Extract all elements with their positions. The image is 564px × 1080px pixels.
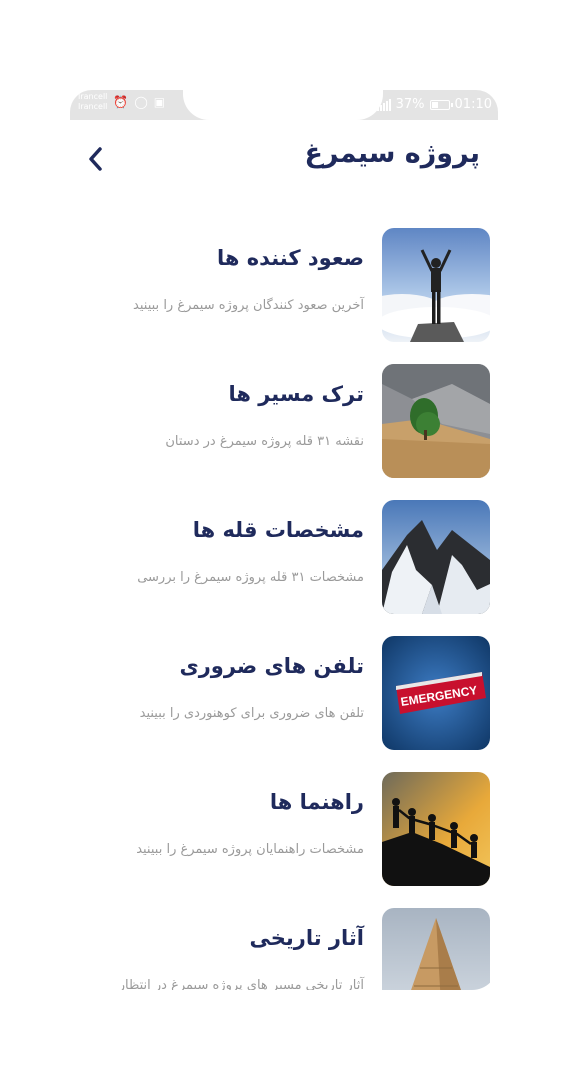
clock: 01:10	[454, 97, 492, 112]
item-subtitle: آخرین صعود کنندگان پروژه سیمرغ را ببینید	[133, 298, 364, 313]
menu-list: صعود کننده ها آخرین صعود کنندگان پروژه س…	[70, 228, 498, 990]
mountain-path-tree-photo	[382, 364, 490, 478]
battery-icon	[429, 99, 453, 110]
item-subtitle: مشخصات ۳۱ قله پروژه سیمرغ را بررسی	[137, 570, 364, 585]
item-subtitle: آثار تاریخی مسیر های پروژه سیمرغ در انتظ…	[118, 978, 364, 990]
phone-screen: Irancell Irancell ⏰ ◯ ▣ 37% 01:10 پروژه …	[70, 90, 498, 990]
linkedin-icon: ▣	[153, 95, 166, 109]
status-bar: Irancell Irancell ⏰ ◯ ▣ 37% 01:10	[70, 90, 498, 120]
battery-percent: 37%	[395, 97, 425, 112]
list-item-guides[interactable]: راهنما ها مشخصات راهنمایان پروژه سیمرغ ر…	[70, 772, 498, 908]
alarm-icon: ⏰	[113, 95, 129, 109]
signal-icon	[376, 98, 391, 111]
snowy-peaks-photo	[382, 500, 490, 614]
chevron-left-icon	[89, 147, 102, 171]
item-title: مشخصات قله ها	[192, 518, 364, 542]
item-title: ترک مسیر ها	[228, 382, 364, 406]
climber-summit-photo	[382, 228, 490, 342]
item-subtitle: نقشه ۳۱ قله پروژه سیمرغ در دستان	[165, 434, 364, 449]
historic-tower-photo	[382, 908, 490, 990]
item-title: راهنما ها	[269, 790, 364, 814]
list-item-peaks[interactable]: مشخصات قله ها مشخصات ۳۱ قله پروژه سیمرغ …	[70, 500, 498, 636]
list-item-tracks[interactable]: ترک مسیر ها نقشه ۳۱ قله پروژه سیمرغ در د…	[70, 364, 498, 500]
page-title: پروژه سیمرغ	[304, 138, 480, 169]
camera-notch	[183, 90, 383, 120]
list-item-climbers[interactable]: صعود کننده ها آخرین صعود کنندگان پروژه س…	[70, 228, 498, 364]
item-subtitle: مشخصات راهنمایان پروژه سیمرغ را ببینید	[136, 842, 364, 857]
battery-fill	[431, 101, 438, 108]
carrier-2: Irancell	[78, 102, 108, 111]
hikers-silhouette-photo	[382, 772, 490, 886]
carrier-1: Irancell	[78, 92, 108, 101]
emergency-sign-photo: EMERGENCY	[382, 636, 490, 750]
item-subtitle: تلفن های ضروری برای کوهنوردی را ببینید	[139, 706, 364, 721]
list-item-phones[interactable]: EMERGENCY تلفن های ضروری تلفن های ضروری …	[70, 636, 498, 772]
list-item-historic[interactable]: آثار تاریخی آثار تاریخی مسیر های پروژه س…	[70, 908, 498, 990]
item-title: تلفن های ضروری	[179, 654, 364, 678]
item-title: آثار تاریخی	[249, 926, 365, 950]
status-right: 37% 01:10	[376, 97, 492, 112]
circle-icon: ◯	[134, 95, 148, 109]
status-left: Irancell Irancell ⏰ ◯ ▣	[78, 92, 165, 112]
back-button[interactable]	[82, 142, 108, 176]
header: پروژه سیمرغ	[70, 130, 498, 190]
carrier-names: Irancell Irancell	[78, 92, 107, 112]
item-title: صعود کننده ها	[216, 246, 364, 270]
